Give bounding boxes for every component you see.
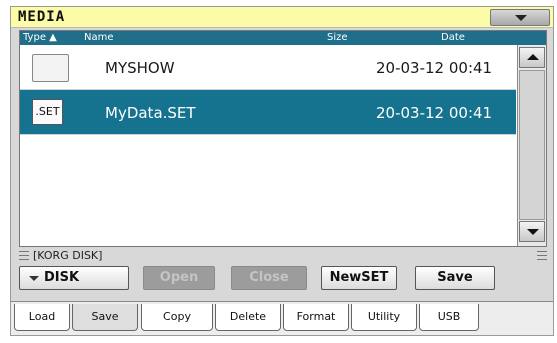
file-date: 20-03-12 00:41 <box>376 104 493 122</box>
file-list: Type ▲ Name Size Date MYSHOW 20-03-12 00… <box>19 30 547 247</box>
arrow-down-icon <box>527 229 539 235</box>
set-file-icon: .SET <box>32 99 63 125</box>
page-menu-button[interactable] <box>490 9 550 26</box>
scroll-up-button[interactable] <box>519 47 545 68</box>
column-type-sort[interactable]: Type ▲ <box>23 31 57 45</box>
chevron-down-icon <box>29 276 39 281</box>
folder-icon <box>32 54 69 82</box>
tab-load[interactable]: Load <box>14 304 70 331</box>
list-item-myshow[interactable]: MYSHOW 20-03-12 00:41 <box>20 45 516 90</box>
scrollbar[interactable] <box>517 45 546 246</box>
device-select-label: DISK <box>44 270 80 285</box>
column-size[interactable]: Size <box>327 31 348 45</box>
save-button[interactable]: Save <box>415 266 495 290</box>
column-name[interactable]: Name <box>84 31 114 45</box>
tab-save[interactable]: Save <box>72 304 138 331</box>
scroll-down-button[interactable] <box>519 221 545 242</box>
chevron-down-icon <box>515 15 527 21</box>
column-header: Type ▲ Name Size Date <box>20 31 546 45</box>
device-select[interactable]: DISK <box>19 266 129 290</box>
open-button[interactable]: Open <box>143 266 215 290</box>
tab-utility[interactable]: Utility <box>351 304 417 331</box>
new-set-button[interactable]: NewSET <box>321 266 397 290</box>
current-path: [KORG DISK] <box>33 249 103 262</box>
grip-icon <box>19 251 29 260</box>
list-item-mydata-set[interactable]: .SET MyData.SET 20-03-12 00:41 <box>20 90 516 135</box>
tab-format[interactable]: Format <box>283 304 349 331</box>
tab-bar: Load Save Copy Delete Format Utility USB <box>11 301 553 335</box>
tab-usb[interactable]: USB <box>419 304 479 331</box>
close-button[interactable]: Close <box>231 266 307 290</box>
path-bar: [KORG DISK] <box>19 249 547 263</box>
file-date: 20-03-12 00:41 <box>376 59 493 77</box>
tab-delete[interactable]: Delete <box>215 304 281 331</box>
column-date[interactable]: Date <box>441 31 465 45</box>
page-title: MEDIA <box>18 9 66 25</box>
media-screen: MEDIA Type ▲ Name Size Date MYSHOW 20-03… <box>10 6 554 336</box>
file-name: MYSHOW <box>105 59 175 77</box>
arrow-up-icon <box>527 54 539 60</box>
file-name: MyData.SET <box>105 104 196 122</box>
header-bar: MEDIA <box>11 7 553 28</box>
scrollbar-thumb[interactable] <box>519 70 545 220</box>
grip-icon <box>537 251 547 260</box>
tab-copy[interactable]: Copy <box>141 304 213 331</box>
